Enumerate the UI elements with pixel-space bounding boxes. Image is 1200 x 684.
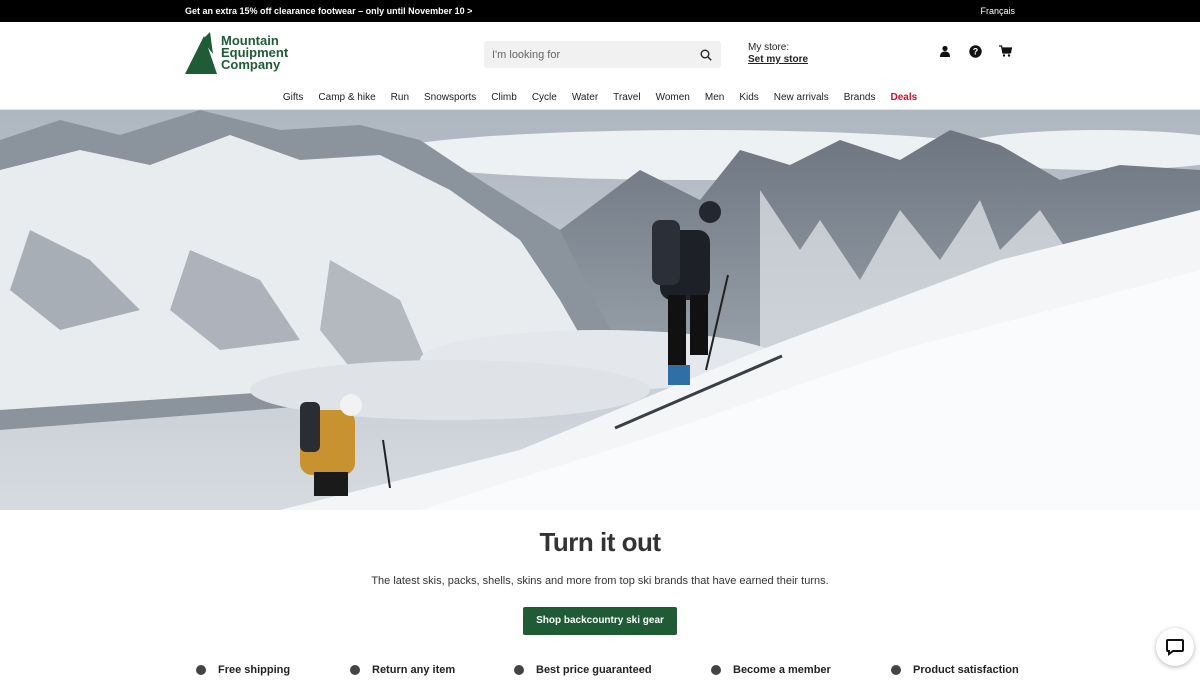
shop-backcountry-button[interactable]: Shop backcountry ski gear	[523, 607, 677, 635]
feature-label: Best price guaranteed	[536, 664, 652, 676]
store-selector: My store: Set my store	[748, 42, 808, 66]
price-tag-icon	[514, 665, 524, 675]
store-label: My store:	[748, 42, 790, 53]
shipping-icon	[196, 665, 206, 675]
hero-subtitle: The latest skis, packs, shells, skins an…	[371, 575, 829, 587]
nav-item-camp-hike[interactable]: Camp & hike	[318, 92, 375, 103]
nav-item-deals[interactable]: Deals	[890, 92, 917, 103]
chat-button[interactable]	[1156, 628, 1194, 666]
value-props: Free shipping Return any item Best price…	[0, 664, 1200, 684]
search-icon[interactable]	[699, 48, 713, 62]
member-icon	[711, 665, 721, 675]
site-header: Mountain Equipment Company My store: Set…	[0, 22, 1200, 86]
hero-content: Turn it out The latest skis, packs, shel…	[0, 510, 1200, 635]
chat-icon	[1166, 639, 1184, 656]
nav-item-men[interactable]: Men	[705, 92, 724, 103]
return-icon	[350, 665, 360, 675]
satisfaction-icon	[891, 665, 901, 675]
brand-logo[interactable]: Mountain Equipment Company	[185, 32, 288, 74]
feature-label: Free shipping	[218, 664, 291, 676]
nav-item-water[interactable]: Water	[572, 92, 598, 103]
nav-item-run[interactable]: Run	[391, 92, 409, 103]
promo-bar: Get an extra 15% off clearance footwear …	[0, 0, 1200, 22]
language-link[interactable]: Français	[980, 6, 1015, 16]
brand-name: Mountain Equipment Company	[221, 34, 288, 72]
brand-line-3: Company	[221, 57, 281, 72]
feature-label: Product satisfaction	[913, 664, 1019, 676]
account-icon[interactable]	[938, 44, 952, 58]
feature-price[interactable]: Best price guaranteed	[514, 664, 652, 676]
search-input[interactable]	[492, 48, 699, 61]
utility-nav: ?	[938, 44, 1012, 58]
ski-touring-illustration	[0, 110, 1200, 510]
search-box	[484, 41, 721, 68]
nav-item-travel[interactable]: Travel	[613, 92, 640, 103]
nav-item-gifts[interactable]: Gifts	[283, 92, 304, 103]
nav-item-women[interactable]: Women	[656, 92, 690, 103]
svg-text:?: ?	[972, 46, 978, 56]
mountain-logo-icon	[185, 32, 217, 74]
hero-title: Turn it out	[539, 527, 661, 557]
set-store-link[interactable]: Set my store	[748, 54, 808, 66]
nav-item-climb[interactable]: Climb	[491, 92, 517, 103]
nav-item-new-arrivals[interactable]: New arrivals	[774, 92, 829, 103]
feature-satisfaction[interactable]: Product satisfaction	[891, 664, 1019, 676]
nav-item-brands[interactable]: Brands	[844, 92, 876, 103]
nav-item-snowsports[interactable]: Snowsports	[424, 92, 476, 103]
nav-item-kids[interactable]: Kids	[739, 92, 758, 103]
hero-image[interactable]	[0, 110, 1200, 510]
cart-icon[interactable]	[998, 44, 1012, 58]
feature-label: Return any item	[372, 664, 456, 676]
promo-link[interactable]: Get an extra 15% off clearance footwear …	[185, 6, 472, 16]
feature-returns[interactable]: Return any item	[350, 664, 455, 676]
feature-membership[interactable]: Become a member	[711, 664, 831, 676]
nav-item-cycle[interactable]: Cycle	[532, 92, 557, 103]
feature-free-shipping[interactable]: Free shipping	[196, 664, 290, 676]
help-icon[interactable]: ?	[968, 44, 982, 58]
feature-label: Become a member	[733, 664, 831, 676]
main-nav: Gifts Camp & hike Run Snowsports Climb C…	[0, 86, 1200, 110]
